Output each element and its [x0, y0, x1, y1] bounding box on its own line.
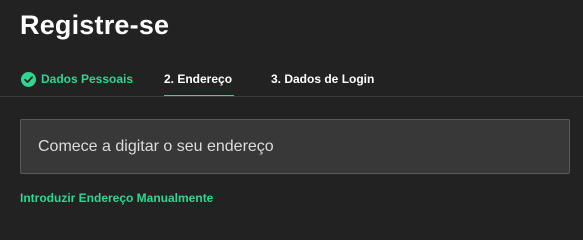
- step-personal-data[interactable]: Dados Pessoais: [21, 62, 133, 96]
- step-indicator: Dados Pessoais 2. Endereço 3. Dados de L…: [0, 62, 583, 97]
- steps-divider: [0, 96, 583, 97]
- step-personal-data-label: Dados Pessoais: [41, 72, 134, 86]
- step-login-data-label: 3. Dados de Login: [271, 72, 375, 86]
- page-title: Registre-se: [20, 10, 170, 40]
- check-circle-icon: [21, 71, 36, 87]
- address-search-input[interactable]: [20, 119, 570, 174]
- step-login-data[interactable]: 3. Dados de Login: [271, 62, 374, 96]
- step-address-label: 2. Endereço: [164, 72, 233, 86]
- manual-address-link[interactable]: Introduzir Endereço Manualmente: [20, 191, 213, 205]
- step-address[interactable]: 2. Endereço: [164, 62, 232, 96]
